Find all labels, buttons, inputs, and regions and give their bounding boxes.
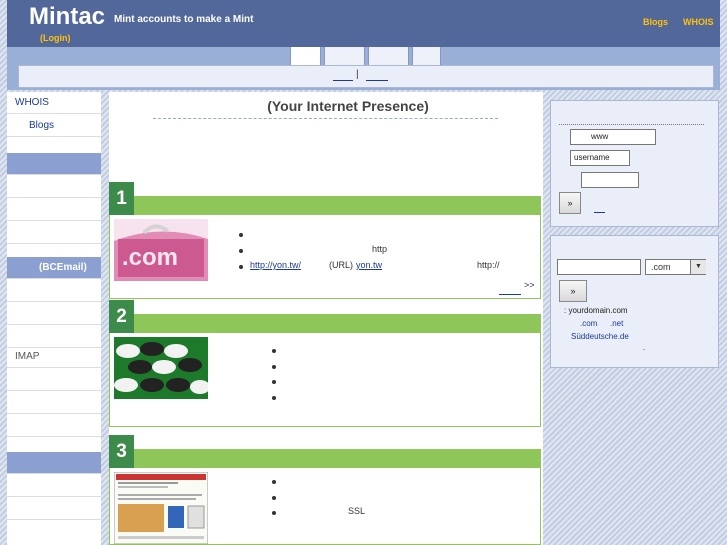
sidebar-item[interactable] [7, 415, 101, 437]
dotcom-bag-image: .com [114, 219, 208, 281]
feature-section: 2 [109, 300, 541, 427]
sub-nav-link[interactable] [333, 70, 353, 81]
go-board-image [114, 337, 208, 399]
domain-search-input[interactable] [557, 259, 641, 275]
bullet [239, 233, 243, 237]
bullet-text: http:// [477, 260, 500, 270]
more-arrow[interactable]: >> [524, 280, 535, 290]
main-content: (Your Internet Presence) 1 .com http htt… [109, 92, 543, 545]
tld-example-com[interactable]: .com [580, 319, 597, 328]
site-tagline: Mint accounts to make a Mint [114, 14, 254, 25]
sidebar-item-whois[interactable]: WHOIS [7, 92, 101, 114]
domain-example: : yourdomain.com [564, 306, 628, 315]
bullet [272, 380, 276, 384]
panel-note: . [643, 343, 646, 352]
sidebar-item[interactable] [7, 475, 101, 497]
bullet-text: http [372, 244, 388, 254]
domain-search-button[interactable]: » [559, 280, 587, 302]
sidebar-item[interactable] [7, 392, 101, 414]
sidebar-item[interactable] [7, 222, 101, 244]
more-link[interactable] [499, 286, 521, 295]
panel-divider [559, 124, 704, 125]
bullet [239, 265, 243, 269]
login-submit-button[interactable]: » [559, 192, 581, 214]
bullet [272, 349, 276, 353]
bullet [272, 396, 276, 400]
top-link-blogs[interactable]: Blogs [643, 17, 668, 27]
bullet [272, 496, 276, 500]
sidebar-item[interactable] [7, 303, 101, 325]
bullet [272, 480, 276, 484]
sidebar-item[interactable] [7, 326, 101, 348]
bullet-text: SSL [348, 506, 366, 516]
sidebar-item-imap[interactable]: IMAP [7, 346, 101, 368]
top-link-whois[interactable]: WHOIS [683, 17, 714, 27]
bullet [272, 511, 276, 515]
section-body: SSL [109, 468, 541, 545]
website-screenshot-image [114, 472, 208, 544]
username-field[interactable]: username [570, 150, 630, 166]
section-body: .com http http://yon.tw/ (URL) yon.tw ht… [109, 215, 541, 299]
bullet [239, 249, 243, 253]
site-header: Mintac Mint accounts to make a Mint (Log… [7, 0, 720, 47]
example-url-link[interactable]: http://yon.tw/ [250, 260, 301, 270]
bullet [272, 365, 276, 369]
section-header-bar [109, 314, 541, 333]
domain-search-panel: .com ▼ » : yourdomain.com .com .net Südd… [550, 235, 719, 368]
www-field[interactable]: www [570, 129, 656, 145]
section-number: 1 [109, 182, 134, 215]
site-logo[interactable]: Mintac [29, 3, 105, 31]
section-body [109, 333, 541, 427]
sidebar-item-blogs[interactable]: Blogs [7, 115, 101, 137]
sub-nav-separator: | [356, 69, 359, 80]
left-sidebar: WHOIS Blogs (BCEmail) IMAP [7, 92, 101, 545]
sidebar-section-header [7, 153, 101, 175]
tld-select-value: .com [651, 262, 671, 272]
sub-nav-link[interactable] [366, 70, 388, 81]
sidebar-item[interactable] [7, 199, 101, 221]
sidebar-item[interactable] [7, 176, 101, 198]
sidebar-item[interactable] [7, 280, 101, 302]
sub-nav-bar: | [18, 65, 714, 88]
sidebar-section-header [7, 452, 101, 474]
sidebar-section-email: (BCEmail) [7, 257, 101, 279]
password-field[interactable] [581, 172, 639, 188]
feature-section: 3 SSL [109, 435, 541, 545]
chevron-down-icon: ▼ [690, 260, 706, 274]
section-header-bar [109, 196, 541, 215]
feature-section: 1 .com http http://yon.tw/ (URL) yon.tw … [109, 182, 541, 299]
tld-example-net[interactable]: .net [610, 319, 623, 328]
bullet-text: (URL) [329, 260, 353, 270]
sidebar-item[interactable] [7, 369, 101, 391]
title-divider [153, 118, 498, 119]
svg-text:.com: .com [122, 244, 178, 271]
sidebar-item[interactable] [7, 498, 101, 520]
idn-example[interactable]: Süddeutsche.de [571, 332, 629, 341]
forgot-password-link[interactable] [594, 205, 605, 213]
section-number: 2 [109, 300, 134, 333]
example-domain-link[interactable]: yon.tw [356, 260, 382, 270]
tld-select[interactable]: .com ▼ [645, 259, 706, 275]
section-header-bar [109, 449, 541, 468]
main-nav: | [7, 47, 720, 90]
section-number: 3 [109, 435, 134, 468]
login-panel: www username » [550, 100, 719, 227]
login-link[interactable]: (Login) [40, 33, 71, 43]
page-title: (Your Internet Presence) [267, 98, 429, 114]
